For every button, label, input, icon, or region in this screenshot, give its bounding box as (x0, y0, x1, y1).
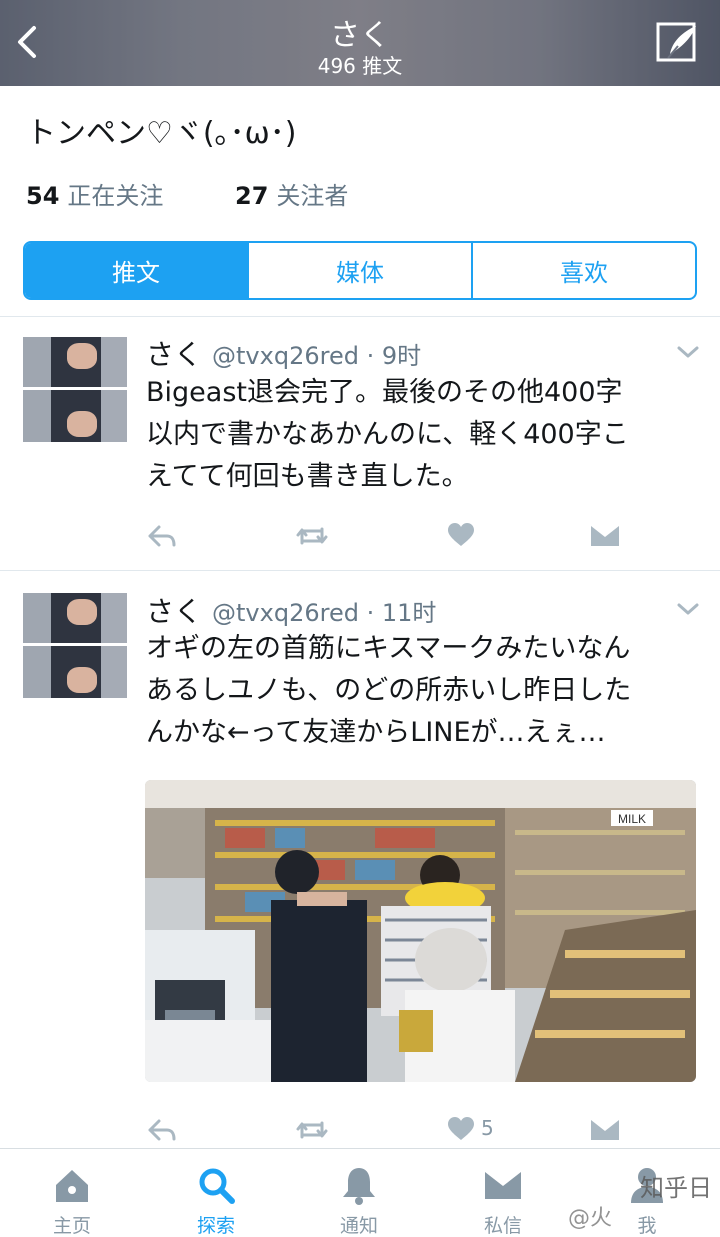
tweet-author[interactable]: さく @tvxq26red · 9时 (146, 333, 421, 373)
tweet-text-line: 以内で書かなあかんのに、軽く400字こ (146, 419, 629, 450)
tabbar-label: 我 (637, 1215, 657, 1237)
tabbar-label: 主页 (52, 1215, 91, 1237)
tweet-text-line: オギの左の首筋にキスマークみたいなん (146, 633, 631, 664)
milk-sign: MILK (618, 812, 646, 826)
tweet-handle-time: @tvxq26red · 11时 (212, 599, 437, 627)
tweet-text: オギの左の首筋にキスマークみたいなん あるしユノも、のどの所赤いし昨日した んか… (146, 628, 706, 754)
watermark: @火 (568, 1206, 613, 1231)
header-title: さく (330, 18, 390, 53)
tweet-photo[interactable]: MILK (145, 780, 696, 1082)
divider (0, 570, 720, 571)
bell-icon (343, 1168, 375, 1205)
direct-message-icon[interactable] (590, 523, 620, 549)
tweet-text-line: んかな←って友達からLINEが…えぇ… (146, 717, 606, 748)
tweet-author[interactable]: さく @tvxq26red · 11时 (146, 590, 436, 630)
avatar[interactable] (23, 337, 127, 442)
reply-icon[interactable] (147, 1117, 177, 1143)
avatar[interactable] (23, 593, 127, 698)
like-icon[interactable] (447, 1116, 475, 1142)
compose-button[interactable] (652, 18, 702, 66)
profile-tabs: 推文 媒体 喜欢 (23, 241, 697, 300)
tabbar-label: 探索 (196, 1215, 235, 1237)
retweet-icon[interactable] (294, 523, 330, 549)
watermark: 知乎日 (640, 1174, 712, 1202)
followers-count: 27 (235, 182, 269, 210)
retweet-icon[interactable] (294, 1117, 330, 1143)
following-count: 54 (26, 182, 60, 210)
tweet-author-name: さく (146, 338, 203, 371)
tab-likes[interactable]: 喜欢 (471, 243, 695, 298)
tabbar-label: 私信 (483, 1215, 522, 1237)
reply-icon[interactable] (147, 523, 177, 549)
direct-message-icon[interactable] (590, 1117, 620, 1143)
tab-media[interactable]: 媒体 (247, 243, 471, 298)
home-icon (56, 1170, 88, 1202)
divider (0, 316, 720, 317)
tab-tweets[interactable]: 推文 (25, 243, 247, 298)
tweet-text-line: えてて何回も書き直した。 (146, 461, 469, 492)
tabbar-messages[interactable]: 私信 (458, 1149, 548, 1237)
tabbar-label: 通知 (339, 1215, 378, 1237)
compose-icon (656, 22, 696, 62)
tabbar-home[interactable]: 主页 (27, 1149, 117, 1237)
followers-label: 关注者 (276, 182, 349, 210)
tabbar-notifications[interactable]: 通知 (314, 1149, 404, 1237)
like-count: 5 (481, 1116, 494, 1140)
mail-icon (485, 1172, 521, 1199)
followers-stat[interactable]: 27 关注者 (235, 176, 348, 211)
search-icon (199, 1168, 235, 1204)
chevron-down-icon[interactable] (676, 601, 700, 617)
profile-bio: トンペン♡ヾ(｡･ω･) (26, 116, 297, 151)
like-icon[interactable] (447, 522, 475, 548)
tweet-text-line: あるしユノも、のどの所赤いし昨日した (146, 675, 632, 706)
convenience-store-photo: MILK (145, 780, 696, 1082)
following-stat[interactable]: 54 正在关注 (26, 176, 163, 211)
tweet-text: Bigeast退会完了。最後のその他400字 以内で書かなあかんのに、軽く400… (146, 372, 706, 498)
tweet-count: 496 推文 (317, 54, 403, 78)
tweet-text-line: Bigeast退会完了。最後のその他400字 (146, 377, 623, 408)
tabbar-explore[interactable]: 探索 (171, 1149, 261, 1237)
following-label: 正在关注 (67, 182, 164, 210)
chevron-down-icon[interactable] (676, 344, 700, 360)
tweet-handle-time: @tvxq26red · 9时 (212, 342, 422, 370)
tweet-author-name: さく (146, 595, 203, 628)
